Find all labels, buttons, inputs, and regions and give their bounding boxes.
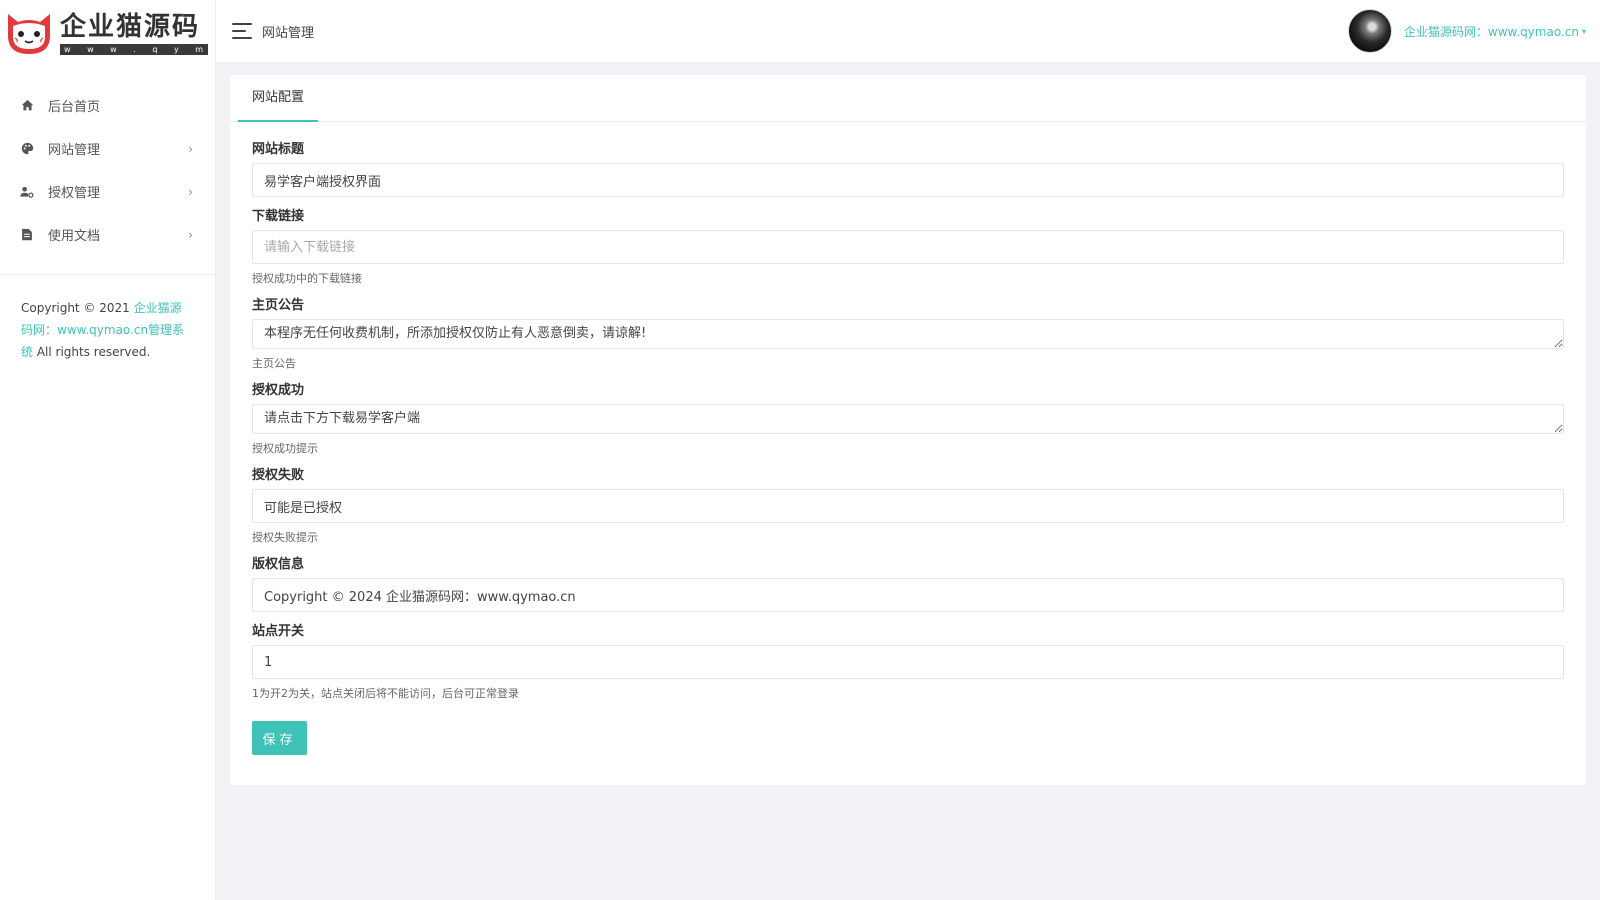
field-label: 主页公告 xyxy=(252,298,305,313)
document-icon xyxy=(20,228,34,242)
sidebar-item-authorization[interactable]: 授权管理 › xyxy=(0,170,215,213)
sidebar-item-dashboard[interactable]: 后台首页 xyxy=(0,84,215,127)
sidebar: 企业猫源码 w w w . q y m a o . c n 后台首页 网站管理 … xyxy=(0,0,216,900)
auth-fail-input[interactable] xyxy=(252,489,1564,523)
sidebar-item-docs[interactable]: 使用文档 › xyxy=(0,213,215,256)
tab-bar: 网站配置 xyxy=(230,75,1586,122)
logo[interactable]: 企业猫源码 w w w . q y m a o . c n xyxy=(0,0,215,66)
avatar[interactable] xyxy=(1347,9,1392,53)
field-download-link: 下载链接 授权成功中的下载链接 xyxy=(252,205,1564,286)
sidebar-item-label: 后台首页 xyxy=(48,100,101,115)
field-auth-success: 授权成功 请点击下方下载易学客户端 授权成功提示 xyxy=(252,379,1564,456)
header-title: 网站管理 xyxy=(262,25,315,41)
field-help: 授权成功提示 xyxy=(252,442,318,455)
brand-subtitle: w w w . q y m a o . c n xyxy=(60,43,208,55)
sidebar-item-site-management[interactable]: 网站管理 › xyxy=(0,127,215,170)
sidebar-item-label: 使用文档 xyxy=(48,229,101,244)
sidebar-nav: 后台首页 网站管理 › 授权管理 › 使用文档 › xyxy=(0,84,215,275)
copyright-suffix: All rights reserved. xyxy=(33,345,151,359)
auth-success-textarea[interactable]: 请点击下方下载易学客户端 xyxy=(252,404,1564,434)
field-auth-fail: 授权失败 授权失败提示 xyxy=(252,464,1564,545)
field-site-title: 网站标题 xyxy=(252,138,1564,197)
chevron-right-icon: › xyxy=(188,184,193,199)
sidebar-item-label: 授权管理 xyxy=(48,186,101,201)
copyright-input[interactable] xyxy=(252,578,1564,612)
config-card: 网站配置 网站标题 下载链接 授权成功中的下载链接 主页公告 本程序无任何收费机… xyxy=(230,75,1586,785)
home-icon xyxy=(20,99,34,113)
field-label: 网站标题 xyxy=(252,142,305,157)
chevron-right-icon: › xyxy=(188,141,193,156)
site-switch-input[interactable] xyxy=(252,645,1564,679)
field-help: 1为开2为关，站点关闭后将不能访问，后台可正常登录 xyxy=(252,687,519,700)
logo-text: 企业猫源码 w w w . q y m a o . c n xyxy=(60,12,208,55)
field-label: 授权成功 xyxy=(252,383,305,398)
field-label: 下载链接 xyxy=(252,209,305,224)
palette-icon xyxy=(20,142,34,156)
sidebar-copyright: Copyright © 2021 企业猫源码网：www.qymao.cn管理系统… xyxy=(0,275,215,363)
field-help: 主页公告 xyxy=(252,357,296,370)
chevron-right-icon: › xyxy=(188,227,193,242)
field-help: 授权成功中的下载链接 xyxy=(252,272,362,285)
copyright-prefix: Copyright © 2021 xyxy=(21,301,134,315)
field-label: 站点开关 xyxy=(252,624,305,639)
field-label: 版权信息 xyxy=(252,557,305,572)
app-root: 企业猫源码 w w w . q y m a o . c n 后台首页 网站管理 … xyxy=(0,0,1600,900)
cat-logo-icon xyxy=(8,14,50,54)
user-gear-icon xyxy=(20,185,34,199)
download-link-input[interactable] xyxy=(252,230,1564,264)
home-notice-textarea[interactable]: 本程序无任何收费机制，所添加授权仅防止有人恶意倒卖，请谅解! xyxy=(252,319,1564,349)
field-site-switch: 站点开关 1为开2为关，站点关闭后将不能访问，后台可正常登录 xyxy=(252,620,1564,701)
caret-down-icon: ▾ xyxy=(1581,26,1586,36)
field-copyright: 版权信息 xyxy=(252,553,1564,612)
brand-title: 企业猫源码 xyxy=(60,11,201,42)
tab-site-config[interactable]: 网站配置 xyxy=(238,75,319,122)
sidebar-item-label: 网站管理 xyxy=(48,143,101,158)
top-header: 网站管理 企业猫源码网：www.qymao.cn ▾ xyxy=(216,0,1600,62)
site-config-form: 网站标题 下载链接 授权成功中的下载链接 主页公告 本程序无任何收费机制，所添加… xyxy=(230,122,1586,755)
field-label: 授权失败 xyxy=(252,468,305,483)
field-home-notice: 主页公告 本程序无任何收费机制，所添加授权仅防止有人恶意倒卖，请谅解! 主页公告 xyxy=(252,294,1564,371)
save-button[interactable]: 保存 xyxy=(252,721,307,755)
user-name[interactable]: 企业猫源码网：www.qymao.cn xyxy=(1404,23,1579,40)
field-help: 授权失败提示 xyxy=(252,531,318,544)
menu-toggle-icon[interactable] xyxy=(232,23,252,39)
user-menu[interactable]: 企业猫源码网：www.qymao.cn ▾ xyxy=(1347,9,1586,53)
site-title-input[interactable] xyxy=(252,163,1564,197)
